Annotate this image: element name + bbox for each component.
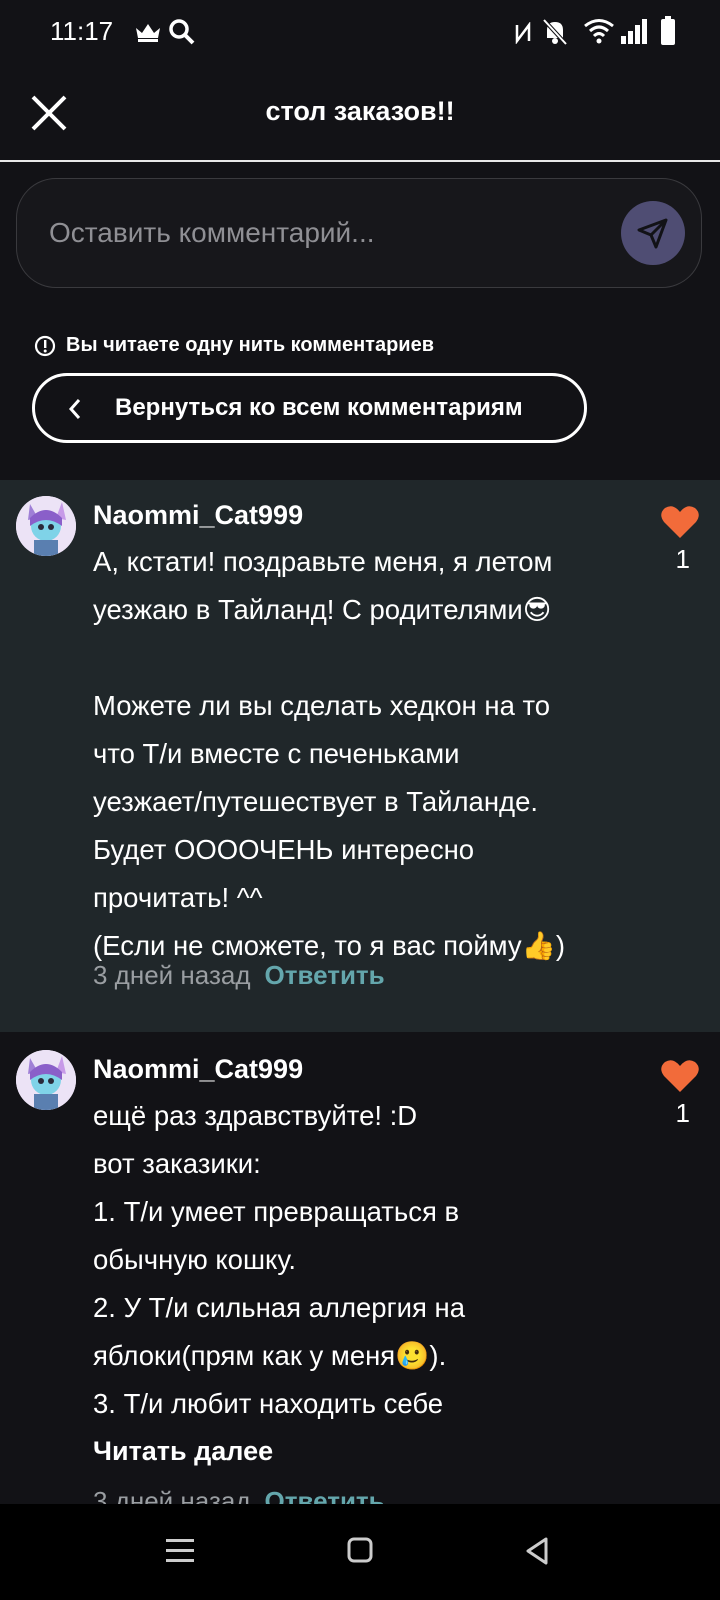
chevron-left-icon xyxy=(68,399,81,419)
comment-item: Naommi_Cat999 ещё раз здравствуйте! :D в… xyxy=(0,1034,720,1516)
back-icon[interactable] xyxy=(524,1536,550,1566)
menu-icon[interactable] xyxy=(166,1538,194,1564)
back-to-all-comments-button[interactable]: Вернуться ко всем комментариям xyxy=(32,373,587,443)
wifi-icon xyxy=(584,19,614,44)
page-title: стол заказов!! xyxy=(265,96,455,126)
status-time: 11:17 xyxy=(50,16,114,46)
status-bar: 11:17 xyxy=(0,0,720,66)
comment-item: Naommi_Cat999 А, кстати! поздравьте меня… xyxy=(0,480,720,1032)
home-icon[interactable] xyxy=(347,1537,373,1563)
thread-info: Вы читаете одну нить комментариев xyxy=(34,334,434,357)
comment-username[interactable]: Naommi_Cat999 xyxy=(93,500,303,531)
avatar[interactable] xyxy=(16,1050,76,1110)
avatar-image xyxy=(16,496,76,556)
battery-icon xyxy=(661,16,675,45)
avatar[interactable] xyxy=(16,496,76,556)
comment-meta: 3 дней назад Ответить xyxy=(93,960,385,991)
comment-text: А, кстати! поздравьте меня, я летом уезж… xyxy=(93,546,566,961)
mute-icon xyxy=(542,18,568,46)
thread-info-text: Вы читаете одну нить комментариев xyxy=(66,334,435,356)
comment-time: 3 дней назад xyxy=(93,960,251,990)
nfc-icon xyxy=(515,22,531,44)
avatar-image xyxy=(16,1050,76,1110)
comment-input[interactable] xyxy=(47,209,611,257)
back-button-label: Вернуться ко всем комментариям xyxy=(115,394,523,421)
heart-icon[interactable] xyxy=(660,1058,700,1094)
signal-icon xyxy=(621,19,647,44)
like-count: 1 xyxy=(675,1098,690,1128)
info-icon xyxy=(34,335,56,356)
reply-button[interactable]: Ответить xyxy=(265,960,385,990)
comment-composer xyxy=(16,178,702,288)
system-nav-bar xyxy=(0,1504,720,1600)
read-more-link[interactable]: Читать далее xyxy=(93,1436,273,1467)
app-bar: стол заказов!! xyxy=(0,66,720,162)
send-icon xyxy=(637,218,668,249)
comment-username[interactable]: Naommi_Cat999 xyxy=(93,1054,303,1085)
search-icon xyxy=(169,19,195,45)
send-button[interactable] xyxy=(621,201,685,265)
like-count: 1 xyxy=(675,544,690,574)
heart-icon[interactable] xyxy=(660,504,700,540)
comment-text: ещё раз здравствуйте! :D вот заказики: 1… xyxy=(93,1100,466,1419)
crown-icon xyxy=(136,24,160,42)
